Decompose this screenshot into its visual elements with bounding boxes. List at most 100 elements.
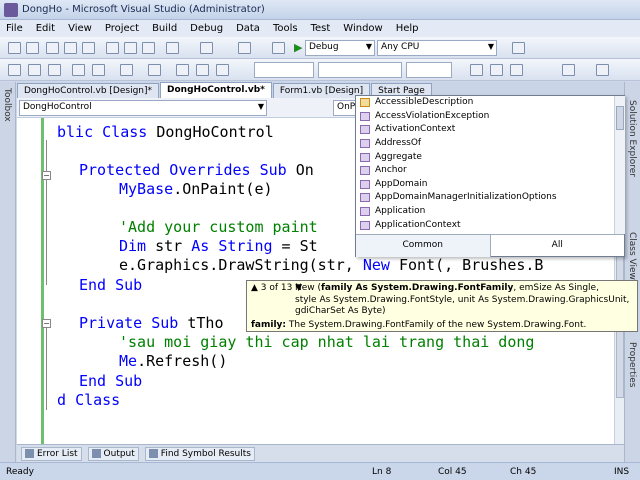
class-icon xyxy=(360,220,370,230)
menu-window[interactable]: Window xyxy=(343,23,382,34)
code-line: Me.Refresh() xyxy=(119,352,228,370)
size-icon[interactable] xyxy=(216,64,229,76)
tab-all[interactable]: All xyxy=(491,235,625,257)
cut-icon[interactable] xyxy=(106,42,119,54)
menu-view[interactable]: View xyxy=(68,23,92,34)
menu-debug[interactable]: Debug xyxy=(190,23,223,34)
tab-designer[interactable]: DongHoControl.vb [Design]* xyxy=(17,83,160,98)
paste-icon[interactable] xyxy=(142,42,155,54)
underline-icon[interactable] xyxy=(510,64,523,76)
code-line: Protected Overrides Sub On xyxy=(79,161,314,179)
menu-file[interactable]: File xyxy=(6,23,23,34)
completion-item[interactable]: ApplicationContext xyxy=(356,218,614,232)
redo-icon[interactable] xyxy=(200,42,213,54)
platform-value: Any CPU xyxy=(381,42,420,52)
properties-label[interactable]: Properties xyxy=(627,342,637,387)
save-all-icon[interactable] xyxy=(82,42,95,54)
tab-code[interactable]: DongHoControl.vb* xyxy=(160,82,272,98)
completion-item[interactable]: Application xyxy=(356,205,614,219)
menu-test[interactable]: Test xyxy=(311,23,331,34)
layout-icon[interactable] xyxy=(176,64,189,76)
status-column: Col 45 xyxy=(438,467,467,477)
menu-help[interactable]: Help xyxy=(396,23,419,34)
font-size-combo[interactable] xyxy=(406,62,452,78)
align-icon[interactable] xyxy=(196,64,209,76)
menu-bar: File Edit View Project Build Debug Data … xyxy=(0,20,640,37)
completion-scrollbar[interactable] xyxy=(614,96,625,234)
find-icon[interactable] xyxy=(272,42,285,54)
uncomment-icon[interactable] xyxy=(92,64,105,76)
property-icon xyxy=(360,166,370,176)
class-combo[interactable]: DongHoControl ▼ xyxy=(19,100,267,116)
platform-combo[interactable]: Any CPU ▼ xyxy=(377,40,497,56)
chevron-down-icon: ▼ xyxy=(257,102,264,111)
menu-data[interactable]: Data xyxy=(236,23,260,34)
save-icon[interactable] xyxy=(64,42,77,54)
new-project-icon[interactable] xyxy=(8,42,21,54)
toolbox-label[interactable]: Toolbox xyxy=(2,88,12,122)
menu-build[interactable]: Build xyxy=(152,23,177,34)
bookmark-icon[interactable] xyxy=(120,64,133,76)
parameter-description: family: The System.Drawing.FontFamily of… xyxy=(251,320,587,330)
outline-icon[interactable] xyxy=(28,64,41,76)
code-line: Dim str As String = St xyxy=(119,237,318,255)
class-icon xyxy=(360,207,370,217)
completion-item[interactable]: AppDomain xyxy=(356,178,614,192)
configuration-combo[interactable]: Debug ▼ xyxy=(305,40,375,56)
bold-icon[interactable] xyxy=(470,64,483,76)
code-line: d Class xyxy=(57,391,121,409)
menu-edit[interactable]: Edit xyxy=(36,23,55,34)
solution-explorer-label[interactable]: Solution Explorer xyxy=(627,100,637,177)
class-view-label[interactable]: Class View xyxy=(627,232,637,280)
text-editor-icon[interactable] xyxy=(8,64,21,76)
scrollbar-thumb[interactable] xyxy=(616,106,624,130)
toolbox-strip[interactable]: Toolbox xyxy=(0,82,16,462)
menu-tools[interactable]: Tools xyxy=(273,23,298,34)
completion-item[interactable]: Aggregate xyxy=(356,150,614,164)
code-line: 'Add your custom paint xyxy=(119,218,318,236)
tool-window-tabs: Error List Output Find Symbol Results xyxy=(17,444,624,462)
change-margin xyxy=(41,118,44,444)
status-text: Ready xyxy=(6,467,34,477)
menu-project[interactable]: Project xyxy=(105,23,139,34)
completion-item[interactable]: AddressOf xyxy=(356,137,614,151)
start-debugging-icon[interactable]: ▶ xyxy=(294,41,302,54)
completion-item[interactable]: AccessViolationException xyxy=(356,110,614,124)
add-item-icon[interactable] xyxy=(26,42,39,54)
enum-icon xyxy=(360,193,370,203)
completion-item[interactable]: Anchor xyxy=(356,164,614,178)
collapse-icon[interactable]: − xyxy=(42,319,51,328)
parameter-info-tooltip: ▲ 3 of 13 ▼ New (family As System.Drawin… xyxy=(246,280,638,332)
arrow-up-icon[interactable]: ▲ xyxy=(251,283,258,293)
collapse-icon[interactable]: − xyxy=(42,171,51,180)
outline-line xyxy=(46,140,47,285)
open-file-icon[interactable] xyxy=(46,42,59,54)
italic-icon[interactable] xyxy=(490,64,503,76)
property-icon xyxy=(360,98,370,108)
copy-icon[interactable] xyxy=(124,42,137,54)
chevron-down-icon: ▼ xyxy=(365,42,372,51)
font-name-combo[interactable] xyxy=(254,62,314,78)
tab-output[interactable]: Output xyxy=(87,446,139,461)
tab-error-list[interactable]: Error List xyxy=(21,446,82,461)
code-line: Private Sub tTho xyxy=(79,314,224,332)
tab-common[interactable]: Common xyxy=(356,235,491,257)
align-right-icon[interactable] xyxy=(596,64,609,76)
comment-icon[interactable] xyxy=(72,64,85,76)
completion-item[interactable]: AccessibleDescription xyxy=(356,96,614,110)
status-char: Ch 45 xyxy=(510,467,537,477)
code-line: End Sub xyxy=(79,276,143,294)
navigate-icon[interactable] xyxy=(238,42,251,54)
font-style-combo[interactable] xyxy=(318,62,402,78)
code-line: blic Class DongHoControl xyxy=(57,123,274,141)
chevron-down-icon: ▼ xyxy=(487,42,494,51)
find-in-files-icon[interactable] xyxy=(512,42,525,54)
completion-item[interactable]: AppDomainManagerInitializationOptions xyxy=(356,191,614,205)
tab-find-symbol-results[interactable]: Find Symbol Results xyxy=(144,446,255,461)
completion-tabs: Common All xyxy=(356,234,624,257)
completion-item[interactable]: ActivationContext xyxy=(356,123,614,137)
next-bookmark-icon[interactable] xyxy=(148,64,161,76)
indent-icon[interactable] xyxy=(48,64,61,76)
align-left-icon[interactable] xyxy=(562,64,575,76)
undo-icon[interactable] xyxy=(166,42,179,54)
